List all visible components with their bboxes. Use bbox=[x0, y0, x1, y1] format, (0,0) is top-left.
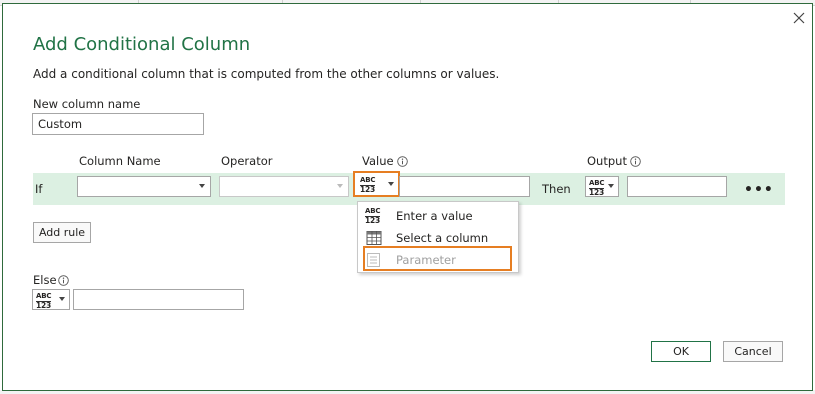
output-info-icon[interactable] bbox=[630, 156, 641, 167]
then-label: Then bbox=[542, 182, 571, 196]
value-info-icon[interactable] bbox=[397, 156, 408, 167]
if-label: If bbox=[35, 182, 43, 196]
dialog-subtitle: Add a conditional column that is compute… bbox=[33, 67, 500, 81]
type-glyph-top: ABC bbox=[36, 292, 52, 300]
close-icon[interactable] bbox=[789, 8, 809, 28]
type-glyph-top: ABC bbox=[360, 176, 376, 184]
menu-item-parameter[interactable]: Parameter bbox=[358, 249, 518, 271]
column-name-dropdown[interactable] bbox=[77, 176, 211, 197]
value-type-menu: ABC 123 Enter a value Select a column Pa… bbox=[357, 201, 519, 273]
dialog-title: Add Conditional Column bbox=[33, 34, 251, 55]
value-header: Value bbox=[362, 154, 394, 168]
output-type-button[interactable]: ABC 123 bbox=[585, 176, 619, 197]
more-options-icon[interactable]: ••• bbox=[744, 183, 774, 197]
parameter-icon bbox=[367, 253, 380, 267]
value-input[interactable] bbox=[399, 176, 530, 197]
table-column-icon bbox=[366, 231, 382, 245]
cancel-button[interactable]: Cancel bbox=[723, 341, 783, 362]
else-info-icon[interactable] bbox=[58, 275, 69, 286]
ok-button[interactable]: OK bbox=[651, 341, 711, 362]
abc-123-icon: ABC 123 bbox=[360, 176, 377, 194]
menu-item-label: Enter a value bbox=[396, 209, 473, 223]
type-glyph-bottom: 123 bbox=[360, 185, 376, 194]
abc-123-glyph: ABC 123 bbox=[365, 207, 382, 225]
chevron-down-icon bbox=[199, 184, 205, 188]
else-type-button[interactable]: ABC 123 bbox=[32, 289, 70, 310]
add-conditional-column-dialog: Add Conditional Column Add a conditional… bbox=[2, 3, 813, 391]
new-column-name-label: New column name bbox=[33, 97, 141, 111]
chevron-down-icon bbox=[59, 297, 65, 301]
operator-header: Operator bbox=[221, 154, 273, 168]
abc-123-icon: ABC 123 bbox=[36, 292, 53, 310]
operator-dropdown[interactable] bbox=[219, 176, 349, 197]
column-name-header: Column Name bbox=[79, 154, 161, 168]
else-value-input[interactable] bbox=[73, 289, 244, 310]
type-glyph-top: ABC bbox=[365, 207, 381, 215]
output-header: Output bbox=[587, 154, 627, 168]
type-glyph-top: ABC bbox=[589, 179, 605, 187]
type-glyph-bottom: 123 bbox=[589, 188, 605, 197]
output-input[interactable] bbox=[627, 176, 727, 197]
new-column-name-input[interactable] bbox=[32, 113, 204, 135]
menu-item-enter-value[interactable]: ABC 123 Enter a value bbox=[358, 205, 518, 227]
chevron-down-icon bbox=[337, 184, 343, 188]
menu-item-label: Parameter bbox=[396, 253, 456, 267]
menu-item-label: Select a column bbox=[396, 231, 489, 245]
type-glyph-bottom: 123 bbox=[36, 301, 52, 310]
add-rule-button[interactable]: Add rule bbox=[33, 222, 91, 243]
type-glyph-bottom: 123 bbox=[365, 216, 381, 225]
value-type-button[interactable]: ABC 123 bbox=[353, 171, 400, 197]
else-label: Else bbox=[33, 273, 57, 287]
menu-item-select-column[interactable]: Select a column bbox=[358, 227, 518, 249]
abc-123-icon: ABC 123 bbox=[589, 179, 606, 197]
abc-123-icon: ABC 123 bbox=[365, 208, 383, 224]
chevron-down-icon bbox=[608, 184, 614, 188]
chevron-down-icon bbox=[388, 182, 394, 186]
